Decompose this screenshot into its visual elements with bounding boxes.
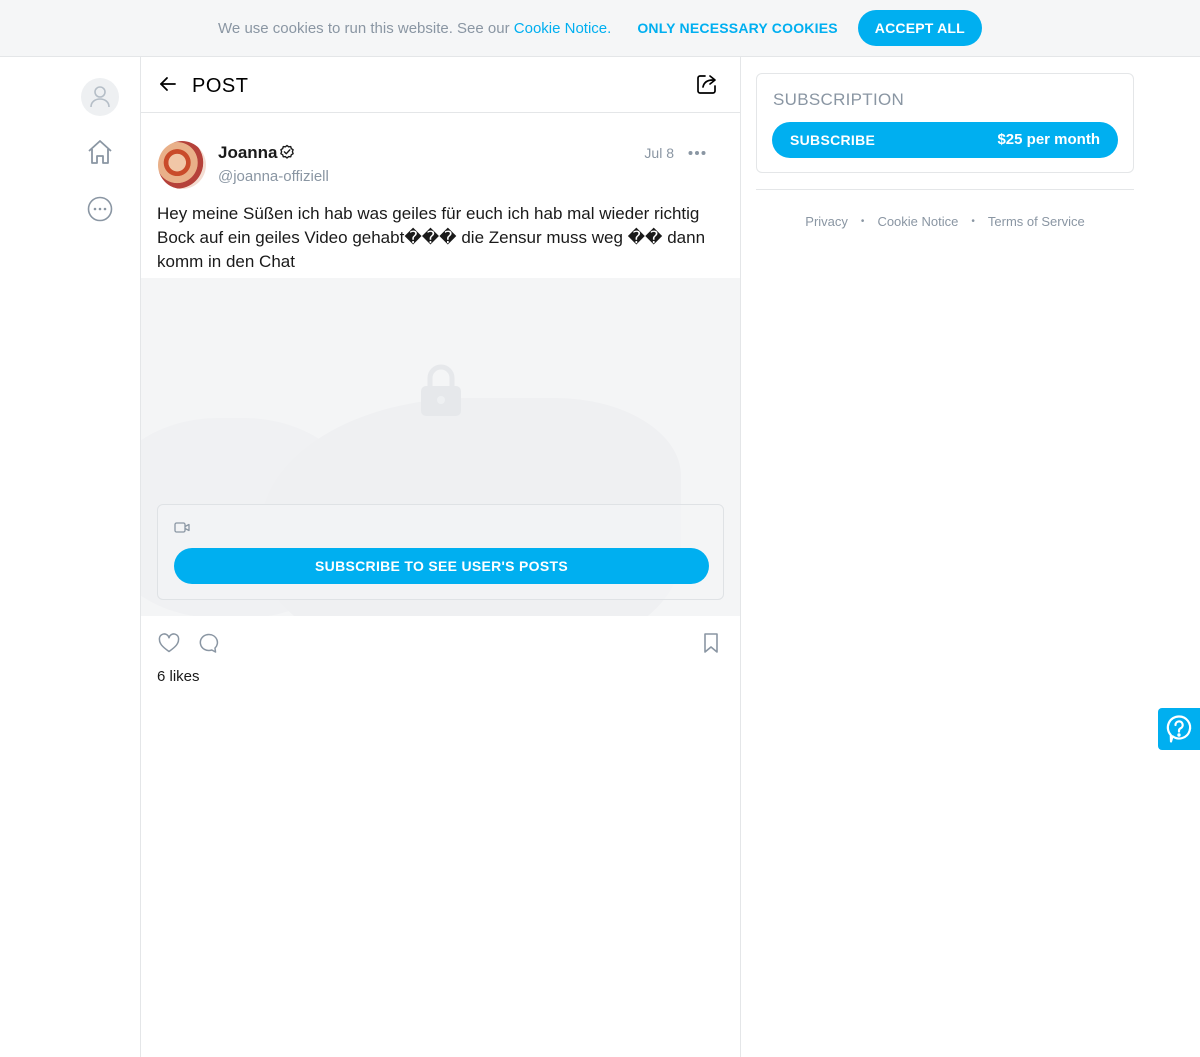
- post-header: POST: [141, 57, 740, 113]
- help-button[interactable]: [1158, 708, 1200, 750]
- bookmark-icon[interactable]: [699, 631, 723, 655]
- cookie-message-text: We use cookies to run this website. See …: [218, 19, 510, 37]
- arrow-left-icon: [160, 77, 176, 91]
- subscribe-prompt: SUBSCRIBE TO SEE USER'S POSTS: [157, 504, 724, 600]
- post-author: Joanna @joanna-offiziell Jul 8: [158, 141, 724, 191]
- profile-avatar-button[interactable]: [81, 78, 119, 116]
- avatar[interactable]: [158, 141, 206, 189]
- more-button[interactable]: [81, 190, 119, 228]
- video-icon: [174, 522, 190, 533]
- user-icon: [90, 86, 110, 108]
- more-horizontal-icon: [688, 151, 706, 155]
- post-options-button[interactable]: [686, 143, 708, 163]
- post-actions: [157, 631, 723, 655]
- post-column: POST Joanna @joanna-offiziell Jul 8 Hey …: [141, 57, 741, 1057]
- footer-separator: •: [860, 216, 865, 227]
- subscribe-to-see-posts-button[interactable]: SUBSCRIBE TO SEE USER'S POSTS: [174, 548, 709, 584]
- comment-icon[interactable]: [197, 631, 221, 655]
- lock-icon: [421, 364, 461, 416]
- cookie-banner: We use cookies to run this website. See …: [0, 0, 1200, 57]
- only-necessary-cookies-button[interactable]: ONLY NECESSARY COOKIES: [637, 20, 837, 36]
- post-date: Jul 8: [644, 145, 674, 161]
- cookie-notice-link[interactable]: Cookie Notice.: [514, 20, 612, 37]
- more-icon: [87, 196, 113, 222]
- home-button[interactable]: [81, 133, 119, 171]
- verified-icon: [280, 144, 294, 159]
- footer-links: Privacy • Cookie Notice • Terms of Servi…: [756, 214, 1134, 229]
- author-name[interactable]: Joanna: [218, 143, 278, 163]
- footer-privacy-link[interactable]: Privacy: [805, 214, 848, 229]
- share-icon: [697, 75, 716, 94]
- home-icon: [88, 140, 112, 164]
- post-text: Hey meine Süßen ich hab was geiles für e…: [157, 204, 706, 271]
- left-sidebar: [0, 57, 141, 1057]
- subscription-price: $25 per month: [997, 131, 1100, 148]
- footer-terms-link[interactable]: Terms of Service: [988, 214, 1085, 229]
- subscription-title: SUBSCRIPTION: [773, 90, 905, 109]
- back-button[interactable]: [157, 73, 179, 95]
- cookie-message: We use cookies to run this website. See …: [218, 20, 611, 37]
- locked-media: SUBSCRIBE TO SEE USER'S POSTS: [141, 278, 740, 616]
- footer-cookie-notice-link[interactable]: Cookie Notice: [877, 214, 958, 229]
- author-handle[interactable]: @joanna-offiziell: [218, 168, 329, 185]
- subscribe-button-label: SUBSCRIBE: [790, 132, 876, 148]
- share-button[interactable]: [696, 73, 718, 95]
- likes-count: 6 likes: [157, 668, 200, 685]
- heart-icon[interactable]: [157, 631, 181, 655]
- footer-separator: •: [971, 216, 975, 227]
- subscribe-button[interactable]: SUBSCRIBE $25 per month: [772, 122, 1118, 158]
- accept-all-cookies-button[interactable]: ACCEPT ALL: [857, 10, 982, 46]
- page-title: POST: [192, 75, 249, 97]
- divider: [756, 189, 1134, 190]
- subscription-card: SUBSCRIPTION SUBSCRIBE $25 per month: [756, 73, 1134, 173]
- help-icon: [1166, 715, 1192, 743]
